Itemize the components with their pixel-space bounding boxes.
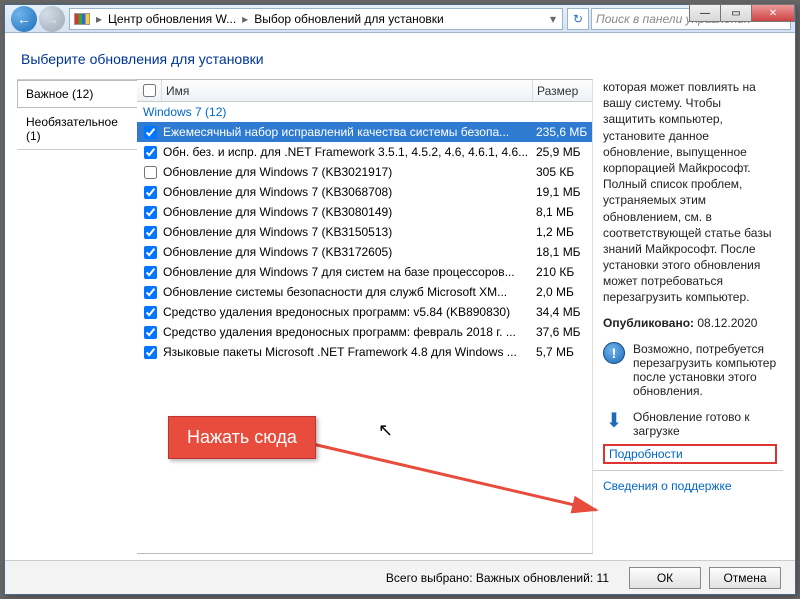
window: — ▭ ✕ ← → ▸ Центр обновления W... ▸ Выбо… <box>4 4 796 595</box>
row-checkbox[interactable] <box>144 306 157 319</box>
tab-important[interactable]: Важное (12) <box>17 80 137 108</box>
minimize-button[interactable]: — <box>689 4 721 22</box>
details-link[interactable]: Подробности <box>609 447 683 461</box>
breadcrumb-chevron-icon: ▸ <box>240 12 250 26</box>
row-checkbox[interactable] <box>144 346 157 359</box>
table-row[interactable]: Обновление для Windows 7 (KB3068708)19,1… <box>137 182 592 202</box>
info-shield-icon: ! <box>603 342 625 364</box>
category-tabs: Важное (12) Необязательное (1) <box>17 79 137 554</box>
row-size: 34,4 МБ <box>532 305 592 319</box>
content-area: Выберите обновления для установки Важное… <box>5 33 795 560</box>
row-size: 18,1 МБ <box>532 245 592 259</box>
footer: Всего выбрано: Важных обновлений: 11 ОК … <box>5 560 795 594</box>
row-size: 2,0 МБ <box>532 285 592 299</box>
row-size: 37,6 МБ <box>532 325 592 339</box>
table-body[interactable]: Windows 7 (12) Ежемесячный набор исправле… <box>137 102 592 553</box>
published-label: Опубликовано: <box>603 316 694 330</box>
breadcrumb-leaf[interactable]: Выбор обновлений для установки <box>250 12 448 26</box>
update-list: Имя Размер Windows 7 (12) Ежемесячный наб… <box>137 79 593 554</box>
annotation-callout: Нажать сюда <box>168 416 316 459</box>
row-size: 8,1 МБ <box>532 205 592 219</box>
breadcrumb-chevron-icon: ▸ <box>94 12 104 26</box>
row-checkbox[interactable] <box>144 286 157 299</box>
support-link[interactable]: Сведения о поддержке <box>603 479 732 493</box>
row-size: 1,2 МБ <box>532 225 592 239</box>
breadcrumb-root[interactable]: Центр обновления W... <box>104 12 240 26</box>
row-name: Средство удаления вредоносных программ: … <box>161 325 532 339</box>
window-controls: — ▭ ✕ <box>690 4 795 22</box>
row-name: Обновление для Windows 7 (KB3068708) <box>161 185 532 199</box>
group-header[interactable]: Windows 7 (12) <box>137 102 592 122</box>
table-row[interactable]: Обновление для Windows 7 (KB3021917)305 … <box>137 162 592 182</box>
table-row[interactable]: Обновление для Windows 7 (KB3172605)18,1… <box>137 242 592 262</box>
published-date: 08.12.2020 <box>697 316 757 330</box>
cancel-button[interactable]: Отмена <box>709 567 781 589</box>
nav-forward-button[interactable]: → <box>39 6 65 32</box>
table-row[interactable]: Средство удаления вредоносных программ: … <box>137 322 592 342</box>
row-name: Обновление для Windows 7 (KB3021917) <box>161 165 532 179</box>
close-button[interactable]: ✕ <box>751 4 795 22</box>
row-checkbox[interactable] <box>144 226 157 239</box>
table-row[interactable]: Обновление для Windows 7 (KB3150513)1,2 … <box>137 222 592 242</box>
row-size: 210 КБ <box>532 265 592 279</box>
row-name: Обновление для Windows 7 (KB3150513) <box>161 225 532 239</box>
table-row[interactable]: Обновление системы безопасности для служ… <box>137 282 592 302</box>
row-checkbox[interactable] <box>144 266 157 279</box>
table-header: Имя Размер <box>137 80 592 102</box>
row-name: Языковые пакеты Microsoft .NET Framework… <box>161 345 532 359</box>
tab-optional[interactable]: Необязательное (1) <box>17 108 137 150</box>
row-checkbox[interactable] <box>144 186 157 199</box>
row-size: 5,7 МБ <box>532 345 592 359</box>
row-name: Обновление для Windows 7 (KB3172605) <box>161 245 532 259</box>
row-size: 305 КБ <box>532 165 592 179</box>
row-checkbox[interactable] <box>144 146 157 159</box>
table-row[interactable]: Ежемесячный набор исправлений качества с… <box>137 122 592 142</box>
row-checkbox[interactable] <box>144 126 157 139</box>
footer-status: Всего выбрано: Важных обновлений: 11 <box>386 571 609 585</box>
table-row[interactable]: Обн. без. и испр. для .NET Framework 3.5… <box>137 142 592 162</box>
row-name: Средство удаления вредоносных программ: … <box>161 305 532 319</box>
column-size[interactable]: Размер <box>532 80 592 101</box>
row-checkbox[interactable] <box>144 246 157 259</box>
table-row[interactable]: Обновление для Windows 7 (KB3080149)8,1 … <box>137 202 592 222</box>
row-checkbox[interactable] <box>144 326 157 339</box>
table-row[interactable]: Языковые пакеты Microsoft .NET Framework… <box>137 342 592 362</box>
page-title: Выберите обновления для установки <box>21 51 779 67</box>
update-description: которая может повлиять на вашу систему. … <box>603 79 777 306</box>
download-ready: Обновление готово к загрузке <box>633 410 777 438</box>
address-bar[interactable]: ▸ Центр обновления W... ▸ Выбор обновлен… <box>69 8 563 30</box>
row-checkbox[interactable] <box>144 166 157 179</box>
row-name: Обновление для Windows 7 для систем на б… <box>161 265 532 279</box>
maximize-button[interactable]: ▭ <box>720 4 752 22</box>
row-size: 19,1 МБ <box>532 185 592 199</box>
row-name: Обновление для Windows 7 (KB3080149) <box>161 205 532 219</box>
address-dropdown-icon[interactable]: ▾ <box>548 12 558 26</box>
row-size: 25,9 МБ <box>532 145 592 159</box>
column-name[interactable]: Имя <box>161 80 532 101</box>
nav-back-button[interactable]: ← <box>11 6 37 32</box>
row-size: 235,6 МБ <box>532 125 592 139</box>
separator <box>593 470 783 471</box>
table-row[interactable]: Средство удаления вредоносных программ: … <box>137 302 592 322</box>
row-name: Ежемесячный набор исправлений качества с… <box>161 125 532 139</box>
titlebar: ← → ▸ Центр обновления W... ▸ Выбор обно… <box>5 5 795 33</box>
details-pane: которая может повлиять на вашу систему. … <box>593 79 783 554</box>
row-checkbox[interactable] <box>144 206 157 219</box>
windows-update-icon <box>74 11 90 27</box>
download-arrow-icon: ⬇ <box>603 410 625 432</box>
row-name: Обновление системы безопасности для служ… <box>161 285 532 299</box>
row-name: Обн. без. и испр. для .NET Framework 3.5… <box>161 145 532 159</box>
table-row[interactable]: Обновление для Windows 7 для систем на б… <box>137 262 592 282</box>
select-all-checkbox[interactable] <box>143 84 156 97</box>
restart-note: Возможно, потребуется перезагрузить комп… <box>633 342 777 398</box>
ok-button[interactable]: ОК <box>629 567 701 589</box>
refresh-button[interactable]: ↻ <box>567 8 589 30</box>
